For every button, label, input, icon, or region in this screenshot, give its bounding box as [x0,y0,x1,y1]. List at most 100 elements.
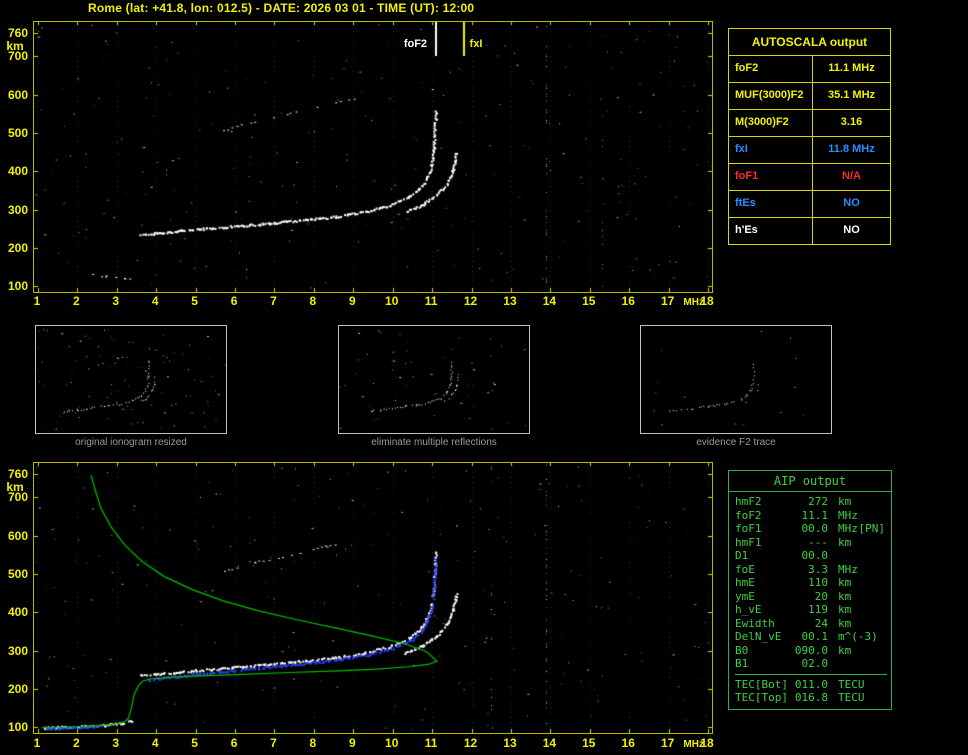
autoscala-param-label: ftEs [729,191,813,217]
aip-param-name: foF1 [735,522,762,535]
aip-param-value: 24 [814,616,828,630]
marker-label-foF2: foF2 [403,38,428,50]
x-axis-tick-label: 6 [230,294,238,308]
marker-label-fxI: fxI [469,38,483,50]
y-axis-tick-label: 400 [7,164,28,179]
autoscala-row-foF2: foF2 11.1 MHz [729,56,890,83]
aip-param-name: hmF1 [735,535,762,549]
aip-param-value: 016.8 [794,691,828,704]
aip-row-D1: D1 00.0 [735,549,887,563]
profile-ionogram-canvas [34,463,712,733]
aip-row-hmF1: hmF1 --- km [735,536,887,550]
aip-param-name: Ewidth [735,616,775,630]
aip-param-name: TEC[Bot] [735,677,788,691]
x-axis-tick-label: 10 [385,736,399,750]
x-axis-tick-label: 4 [151,736,159,750]
autoscala-row-M3000F2: M(3000)F2 3.16 [729,110,890,137]
aip-row-TECTop: TEC[Top] 016.8 TECU [735,691,887,705]
x-axis-tick-label: 2 [73,736,80,750]
autoscala-row-foF1: foF1 N/A [729,164,890,191]
x-axis-tick-label: 9 [348,294,356,308]
profile-ionogram-panel [33,462,713,734]
x-axis-tick-label: 16 [621,736,635,750]
aip-param-unit: MHz [838,522,858,535]
aip-param-name: h_vE [735,603,762,616]
aip-param-value: 110 [808,576,828,589]
thumb-f2-caption: evidence F2 trace [696,437,776,448]
autoscala-row-fxI: fxI 11.8 MHz [729,137,890,164]
aip-param-unit: km [838,576,852,589]
aip-param-unit: km [838,589,852,603]
x-axis-tick-label: 2 [73,294,80,308]
y-axis-tick-label: 100 [7,720,28,735]
y-axis-unit-label: km [6,39,24,54]
aip-param-unit: MHz [838,562,858,576]
x-axis-tick-label: 3 [112,736,120,750]
aip-table-rows: hmF2 272 km foF2 11.1 MHz foF1 00.0 MHz [PN] hmF1-… [729,492,891,709]
x-axis-tick-label: 1 [33,736,41,750]
x-axis-tick-label: 8 [309,736,317,750]
autoscala-param-value: 11.8 MHz [828,143,875,155]
thumb-original-caption: original ionogram resized [75,437,187,448]
aip-row-B0: B0 090.0 km [735,644,887,658]
aip-param-value: 02.0 [801,657,829,670]
aip-table-title: AIP output [729,471,891,492]
autoscala-param-label: foF1 [729,164,813,190]
x-axis-tick-label: 14 [542,294,557,308]
x-axis-tick-label: 11 [424,736,438,750]
x-axis-tick-label: 3 [112,294,120,308]
station-header: Rome (lat: +41.8, lon: 012.5) - DATE: 20… [88,1,475,15]
x-axis-tick-label: 12 [463,736,478,750]
aip-param-name: foE [735,562,755,576]
aip-param-unit [828,657,838,671]
aip-param-unit: km [838,643,852,657]
aip-param-name: TEC[Top] [735,691,788,704]
scaled-ionogram-canvas [34,22,712,292]
autoscala-param-label: M(3000)F2 [729,110,813,136]
x-axis-tick-label: 5 [191,736,198,750]
aip-param-value: 119 [808,603,828,616]
aip-param-value: 00.0 [801,522,829,535]
autoscala-param-label: h'Es [729,218,813,244]
y-axis-tick-label: 760 [7,467,28,482]
y-axis-tick-label: 200 [7,681,28,696]
autoscala-param-value: 3.16 [840,116,863,128]
aip-row-foF2: foF2 11.1 MHz [735,509,887,523]
y-axis-tick-label: 100 [7,279,28,294]
y-axis-tick-label: 300 [7,202,28,217]
x-axis-tick-label: 11 [424,294,438,308]
x-axis-tick-label: 14 [542,736,557,750]
aip-param-name: ymE [735,589,755,603]
autoscala-param-value: 11.1 MHz [828,62,875,74]
aip-param-value: 011.0 [794,677,828,691]
x-axis-tick-label: 17 [660,736,675,750]
aip-param-name: D1 [735,549,749,562]
y-axis-tick-label: 500 [7,567,28,582]
x-axis-tick-label: 6 [230,736,238,750]
aip-row-Ewidth: Ewidth 24 km [735,617,887,631]
aip-param-name: hmF2 [735,495,762,508]
aip-param-unit: m^(-3) [838,630,878,643]
aip-param-unit: MHz [838,508,858,522]
autoscala-param-value: N/A [842,170,861,182]
aip-param-name: B0 [735,643,749,657]
thumb-original-ionogram-canvas [36,326,226,433]
x-axis-tick-label: 17 [660,294,675,308]
y-axis-tick-label: 400 [7,605,28,620]
x-axis-tick-label: 4 [151,294,159,308]
thumb-f2-evidence [640,325,832,434]
x-axis-tick-label: 13 [503,736,517,750]
thumb-multiples-removed-canvas [339,326,529,433]
aip-row-foE: foE 3.3 MHz [735,563,887,577]
autoscala-row-MUF3000F2: MUF(3000)F2 35.1 MHz [729,83,890,110]
aip-row-DelNvE: DelN_vE 00.1 m^(-3) [735,630,887,644]
x-axis-tick-label: 13 [503,294,517,308]
x-axis-tick-label: 1 [33,294,41,308]
aip-param-value: 00.1 [801,630,829,643]
aip-param-unit: TECU [838,677,865,691]
aip-row-hmE: hmE 110 km [735,576,887,590]
aip-param-unit: km [838,603,852,616]
autoscala-param-value: 35.1 MHz [827,89,876,101]
aip-output-table: AIP output hmF2 272 km foF2 11.1 MHz foF1 00.0 M… [728,470,892,710]
y-axis-tick-label: 600 [7,528,28,543]
